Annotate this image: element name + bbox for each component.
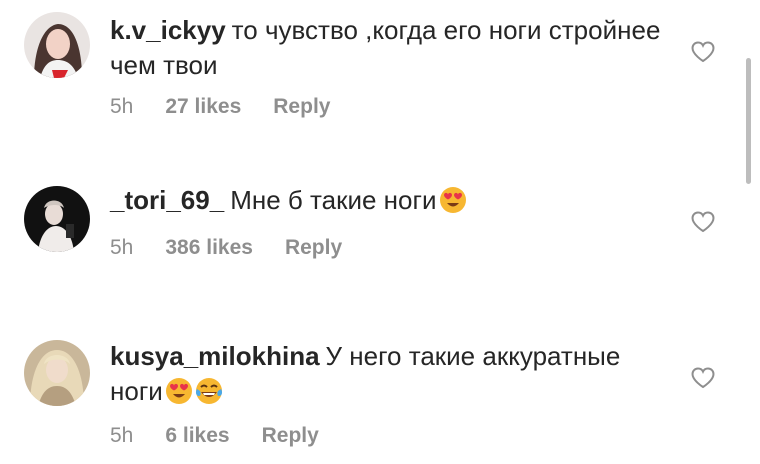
avatar[interactable] [24,340,90,406]
profile-photo-icon [24,186,90,252]
comment-likes[interactable]: 27 likes [165,95,241,118]
heart-eyes-emoji [439,186,467,214]
comment-time: 5h [110,95,134,118]
comment-meta: 5h 6 likes Reply [110,424,351,448]
comment-meta: 5h 386 likes Reply [110,236,374,260]
comment-text: _tori_69_ Мне б такие ноги [110,183,670,218]
tears-of-joy-emoji [195,377,223,405]
profile-photo-icon [24,340,90,406]
avatar[interactable] [24,186,90,252]
heart-outline-icon[interactable] [690,210,716,234]
comment-likes[interactable]: 386 likes [165,236,253,259]
comment-likes[interactable]: 6 likes [165,424,229,447]
reply-button[interactable]: Reply [262,424,319,447]
heart-outline-icon[interactable] [690,40,716,64]
scrollbar[interactable] [746,58,751,184]
comment-text: k.v_ickyy то чувство ,когда его ноги стро… [110,13,670,83]
comment-time: 5h [110,424,134,447]
comment-username[interactable]: _tori_69_ [110,185,224,215]
comment-item: kusya_milokhina У него такие аккуратные н… [0,330,760,464]
comment-text: kusya_milokhina У него такие аккуратные н… [110,339,670,409]
avatar[interactable] [24,12,90,78]
comment-time: 5h [110,236,134,259]
comment-item: k.v_ickyy то чувство ,когда его ноги стро… [0,0,760,140]
reply-button[interactable]: Reply [273,95,330,118]
comment-username[interactable]: k.v_ickyy [110,15,226,45]
comment-meta: 5h 27 likes Reply [110,95,362,119]
heart-outline-icon[interactable] [690,366,716,390]
reply-button[interactable]: Reply [285,236,342,259]
comment-body: Мне б такие ноги [230,185,437,215]
comment-username[interactable]: kusya_milokhina [110,341,320,371]
comment-item: _tori_69_ Мне б такие ноги 5h 386 likes Rep… [0,160,760,290]
heart-eyes-emoji [165,377,193,405]
profile-photo-icon [24,12,90,78]
